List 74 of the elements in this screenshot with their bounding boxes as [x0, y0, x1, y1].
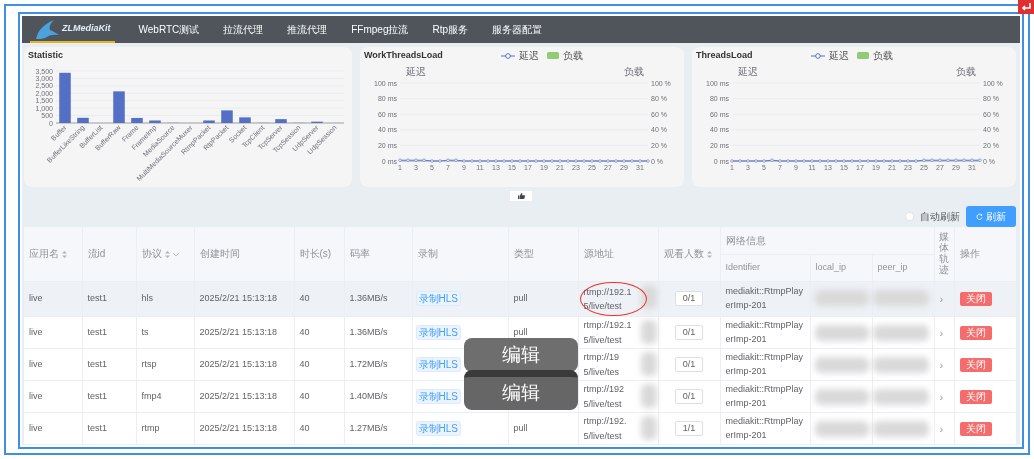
- axis-title: 负载: [956, 65, 976, 77]
- legend-label: 负载: [562, 49, 583, 64]
- table-cell-text: mediakit::RtmpPlayerImp-201: [725, 351, 805, 378]
- column-header: 录制: [417, 248, 438, 260]
- source-address: rtmp://192.1 5/live/test: [583, 285, 632, 313]
- table-cell: 1.40MB/s: [349, 391, 388, 402]
- table-cell: live: [29, 359, 43, 370]
- table-cell: test1: [87, 359, 107, 370]
- axis-title: 延迟: [738, 65, 758, 77]
- legend-label: 延迟: [828, 49, 849, 64]
- table-cell: 40: [299, 391, 310, 402]
- column-header: 应用名: [29, 248, 59, 260]
- column-header: peer_ip: [877, 261, 908, 272]
- column-header: 媒体轨迹: [938, 230, 949, 275]
- table-cell: rtmp: [141, 423, 160, 434]
- axis-title: 负载: [624, 65, 644, 77]
- table-cell-text: mediakit::RtmpPlayerImp-201: [725, 415, 805, 442]
- table-cell: 1.27MB/s: [349, 423, 388, 434]
- table-cell: 2025/2/21 15:13:18: [199, 391, 278, 402]
- column-header: 时长(s): [299, 248, 332, 260]
- column-header: 码率: [349, 248, 370, 260]
- checkbox-label: 自动刷新: [920, 209, 960, 224]
- table-cell: test1: [87, 293, 107, 304]
- table-cell: pull: [513, 327, 528, 338]
- table-cell: hls: [141, 293, 153, 304]
- table-cell: 2025/2/21 15:13:18: [199, 423, 278, 434]
- column-header: 流id: [87, 248, 106, 260]
- table-cell: pull: [513, 423, 528, 434]
- edit-tooltip: 编辑: [464, 338, 578, 372]
- table-cell: 1.72MB/s: [349, 359, 388, 370]
- table-cell: fmp4: [141, 391, 162, 402]
- table-cell: ts: [141, 327, 149, 338]
- source-address: rtmp://192 5/live/test: [583, 383, 625, 411]
- column-header: 操作: [959, 248, 980, 260]
- table-cell-text: mediakit::RtmpPlayerImp-201: [725, 285, 805, 312]
- source-address: rtmp://192. 5/live/test: [583, 415, 627, 443]
- column-header: 协议: [141, 248, 162, 260]
- table-cell: test1: [87, 423, 107, 434]
- table-cell: 1.36MB/s: [349, 327, 388, 338]
- column-header: Identifier: [725, 261, 761, 272]
- column-header: 观看人数: [663, 248, 704, 260]
- table-cell: 2025/2/21 15:13:18: [199, 359, 278, 370]
- logo-text: ZLMediaKit: [62, 21, 111, 35]
- table-cell: 1.36MB/s: [349, 293, 388, 304]
- legend-label: 延迟: [518, 49, 539, 64]
- column-header: 源地址: [583, 248, 614, 260]
- table-cell: live: [29, 327, 43, 338]
- table-cell: live: [29, 423, 43, 434]
- source-address: rtmp://19 5/live/tes: [583, 351, 620, 379]
- table-cell: 40: [299, 327, 310, 338]
- table-cell: rtsp: [141, 359, 157, 370]
- table-cell: test1: [87, 391, 107, 402]
- chart-title: ThreadsLoad: [695, 49, 754, 62]
- column-header: 创建时间: [199, 248, 240, 260]
- table-cell-text: mediakit::RtmpPlayerImp-201: [725, 319, 805, 346]
- legend-label: 负载: [872, 49, 893, 64]
- column-group-header: 网络信息: [725, 234, 766, 246]
- table-cell: 40: [299, 293, 310, 304]
- table-cell: 40: [299, 423, 310, 434]
- table-cell: 40: [299, 359, 310, 370]
- table-cell: pull: [513, 293, 528, 304]
- edit-tooltip: 编辑: [464, 370, 578, 410]
- table-cell: test1: [87, 327, 107, 338]
- table-cell-text: mediakit::RtmpPlayerImp-201: [725, 383, 805, 410]
- chart-title: Statistic: [27, 49, 64, 62]
- source-address: rtmp://192.1 5/live/test: [583, 319, 632, 347]
- table-cell: live: [29, 391, 43, 402]
- column-header: local_ip: [815, 261, 847, 272]
- column-header: 类型: [513, 248, 534, 260]
- table-cell: 2025/2/21 15:13:18: [199, 293, 278, 304]
- axis-title: 延迟: [406, 65, 426, 77]
- table-cell: live: [29, 293, 43, 304]
- chart-title: WorkThreadsLoad: [363, 49, 444, 62]
- table-cell: 2025/2/21 15:13:18: [199, 327, 278, 338]
